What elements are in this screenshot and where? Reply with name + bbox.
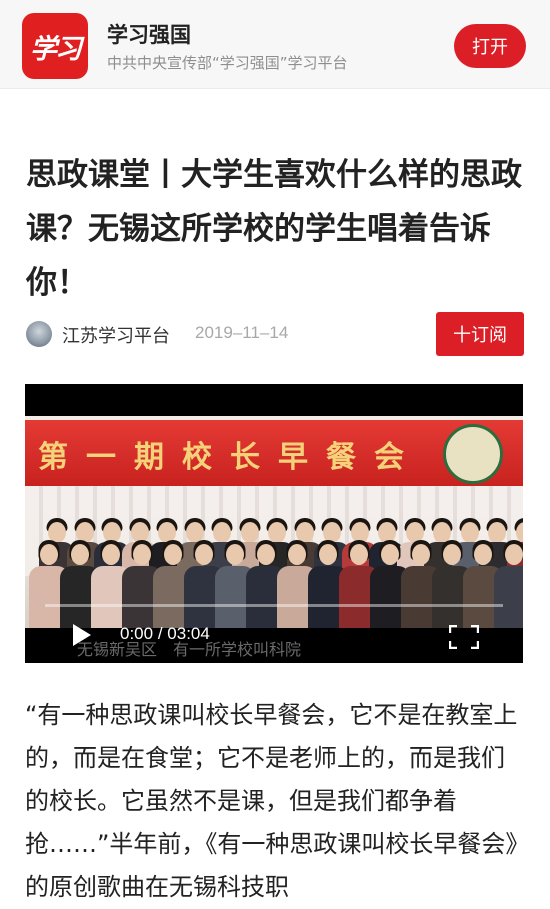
publish-date: 2019–11–14 <box>195 323 289 342</box>
time-total: 03:04 <box>167 624 210 643</box>
video-banner-text: 第一期校长早餐会 <box>38 440 422 475</box>
video-time: 0:00 / 03:04 <box>120 624 210 644</box>
app-description: 中共中央宣传部“学习强国”学习平台 <box>107 54 348 72</box>
author-name[interactable]: 江苏学习平台 <box>62 322 170 348</box>
student-group <box>25 516 523 628</box>
video-player[interactable]: 第一期校长早餐会 无锡新吴区 有一所学校叫科院 0:00 / 03:04 <box>25 384 523 663</box>
app-logo: 学习 <box>22 13 88 79</box>
video-red-banner: 第一期校长早餐会 <box>25 420 523 486</box>
open-app-button[interactable]: 打开 <box>454 24 526 68</box>
school-emblem <box>443 424 503 484</box>
video-progress-bar[interactable] <box>45 604 503 607</box>
author-avatar[interactable] <box>26 321 52 347</box>
time-current: 0:00 <box>120 624 154 643</box>
article-meta: 江苏学习平台 2019–11–14 十订阅 <box>26 312 524 356</box>
time-separator: / <box>157 624 163 643</box>
article-title: 思政课堂丨大学生喜欢什么样的思政课？无锡这所学校的学生唱着告诉你！ <box>26 157 522 301</box>
play-icon[interactable] <box>73 624 91 646</box>
app-logo-text: 学习 <box>30 33 82 65</box>
app-name: 学习强国 <box>107 23 191 47</box>
fullscreen-icon[interactable] <box>449 625 479 649</box>
app-download-banner: 学习 学习强国 中共中央宣传部“学习强国”学习平台 打开 <box>0 0 550 89</box>
student-figure <box>494 538 523 628</box>
article-body: “有一种思政课叫校长早餐会，它不是在教室上的，而是在食堂；它不是老师上的，而是我… <box>25 701 518 901</box>
subscribe-button[interactable]: 十订阅 <box>436 312 524 356</box>
video-frame: 第一期校长早餐会 <box>25 416 523 628</box>
